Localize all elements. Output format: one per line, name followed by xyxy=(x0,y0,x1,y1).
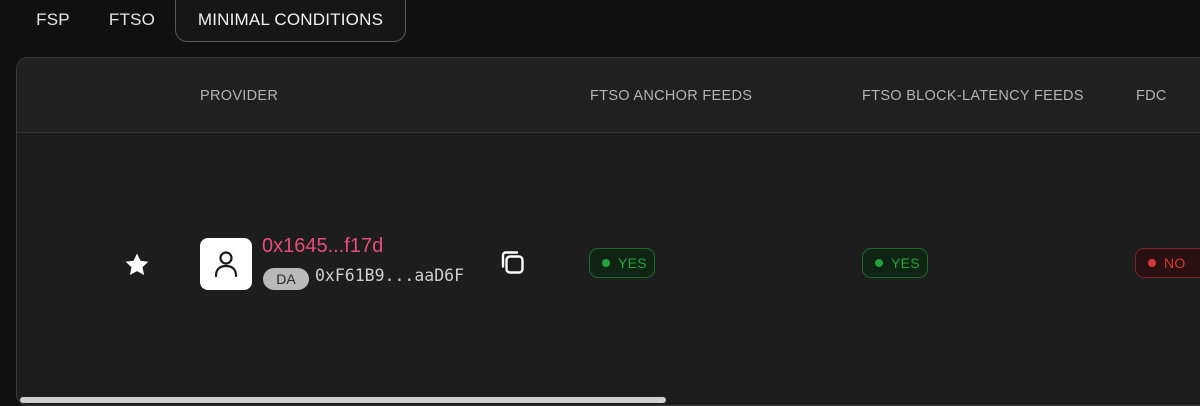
star-icon[interactable] xyxy=(122,250,152,280)
column-header-ftso-anchor-feeds: FTSO ANCHOR FEEDS xyxy=(590,87,753,104)
table-row[interactable]: 0x1645...f17d DA 0xF61B9...aaD6F YES YES… xyxy=(17,134,1200,394)
tab-bar: FSP FTSO MINIMAL CONDITIONS xyxy=(0,0,1200,42)
delegation-badge: DA xyxy=(263,268,309,290)
status-label: YES xyxy=(891,255,920,271)
tab-fsp[interactable]: FSP xyxy=(22,0,84,42)
status-badge-fdc: NO xyxy=(1135,248,1200,278)
status-dot-icon xyxy=(875,259,883,267)
providers-table: PROVIDER FTSO ANCHOR FEEDS FTSO BLOCK-LA… xyxy=(16,57,1200,406)
status-dot-icon xyxy=(602,259,610,267)
tab-ftso[interactable]: FTSO xyxy=(96,0,168,42)
horizontal-scrollbar[interactable] xyxy=(17,395,1200,405)
column-header-provider: PROVIDER xyxy=(200,87,279,104)
status-label: YES xyxy=(618,255,647,271)
status-badge-ftso-block-latency-feeds: YES xyxy=(862,248,928,278)
tab-minimal-conditions[interactable]: MINIMAL CONDITIONS xyxy=(175,0,406,42)
column-header-fdc: FDC xyxy=(1136,87,1167,104)
status-badge-ftso-anchor-feeds: YES xyxy=(589,248,655,278)
table-header: PROVIDER FTSO ANCHOR FEEDS FTSO BLOCK-LA… xyxy=(17,58,1200,133)
status-dot-icon xyxy=(1148,259,1156,267)
avatar xyxy=(200,238,252,290)
user-icon xyxy=(214,251,238,278)
status-label: NO xyxy=(1164,255,1186,271)
delegation-address: 0xF61B9...aaD6F xyxy=(315,266,465,285)
column-header-ftso-block-latency-feeds: FTSO BLOCK-LATENCY FEEDS xyxy=(862,87,1084,104)
scrollbar-thumb[interactable] xyxy=(20,397,666,403)
copy-icon[interactable] xyxy=(498,248,528,278)
provider-name-link[interactable]: 0x1645...f17d xyxy=(262,235,383,258)
